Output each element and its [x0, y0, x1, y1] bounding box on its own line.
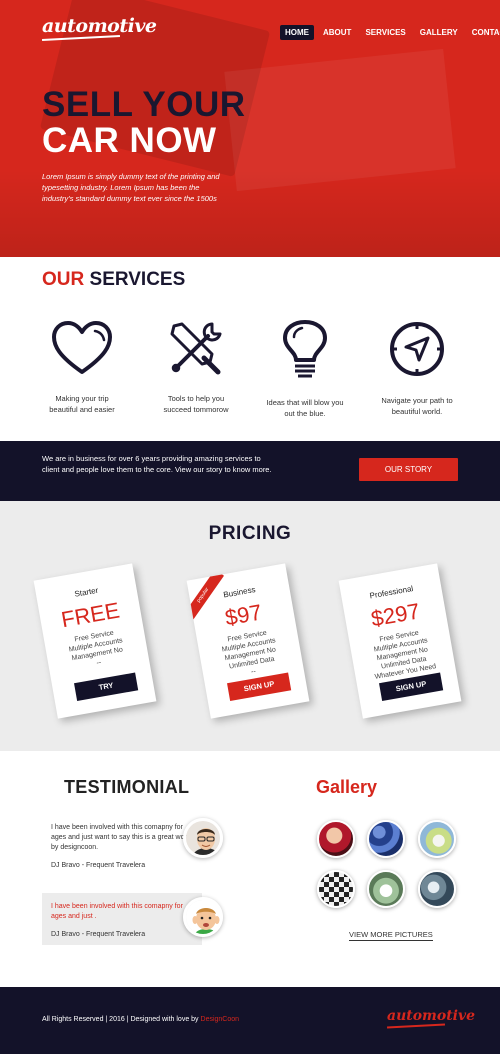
quote-text: I have been involved with this comapny f… [51, 903, 183, 920]
lightbulb-icon [283, 320, 327, 378]
person-glasses-icon [186, 821, 220, 855]
testimonial-quote: I have been involved with this comapny f… [42, 814, 202, 880]
services-title-text: SERVICES [89, 269, 186, 290]
story-band: We are in business for over 6 years prov… [0, 441, 500, 501]
main-nav: HOME ABOUT SERVICES GALLERY CONTACTS [280, 25, 500, 40]
our-story-button[interactable]: OUR STORY [359, 458, 458, 481]
nav-home[interactable]: HOME [280, 25, 314, 40]
gallery-thumb-blueberries[interactable] [367, 820, 405, 858]
pricing-section: PRICING Starter FREE Free Service Multip… [0, 501, 500, 751]
footer: All Rights Reserved | 2016 | Designed wi… [0, 987, 500, 1054]
child-face-icon [186, 900, 220, 934]
nav-contacts[interactable]: CONTACTS [467, 25, 500, 40]
footer-logo[interactable]: automotive [387, 1008, 475, 1024]
nav-about[interactable]: ABOUT [318, 25, 356, 40]
hero-title-line2: CAR NOW [42, 121, 217, 160]
avatar [183, 818, 223, 858]
gallery-thumb-fish[interactable] [418, 870, 456, 908]
footer-logo-underline [387, 1023, 445, 1029]
services-title-accent: OUR [42, 269, 85, 290]
testimonial-quote: I have been involved with this comapny f… [42, 893, 202, 945]
tools-icon [170, 322, 222, 375]
pricing-card-business: popular Business $97 Free Service Multip… [186, 563, 310, 719]
quote-author: DJ Bravo - Frequent Travelera [51, 862, 146, 869]
service-item: Navigate your path to beautiful world. [362, 320, 472, 417]
avatar [183, 897, 223, 937]
service-text: Tools to help you succeed tommorow [163, 394, 229, 414]
compass-icon [390, 322, 444, 376]
service-item: Tools to help you succeed tommorow [141, 320, 251, 415]
try-button[interactable]: TRY [74, 672, 139, 702]
pricing-title: PRICING [208, 523, 292, 544]
view-more-pictures-link[interactable]: VIEW MORE PICTURES [349, 930, 433, 941]
service-text: Ideas that will blow you out the blue. [266, 398, 344, 418]
nav-services[interactable]: SERVICES [360, 25, 410, 40]
service-text: Navigate your path to beautiful world. [381, 396, 453, 416]
hero-description: Lorem Ipsum is simply dummy text of the … [42, 172, 220, 203]
pricing-card-starter: Starter FREE Free Service Multiple Accou… [33, 563, 157, 719]
gallery-thumb-plant[interactable] [367, 870, 405, 908]
quote-text: I have been involved with this comapny f… [51, 824, 191, 851]
footer-copyright: All Rights Reserved | 2016 | Designed wi… [42, 1016, 239, 1023]
gallery-thumb-racing-flag[interactable] [317, 870, 355, 908]
gallery-thumb-citrus[interactable] [418, 820, 456, 858]
gallery-title: Gallery [316, 777, 378, 797]
gallery-thumb-portrait[interactable] [317, 820, 355, 858]
site-logo[interactable]: automotive [42, 15, 157, 37]
heart-icon [52, 321, 112, 374]
service-item: Ideas that will blow you out the blue. [250, 320, 360, 419]
hero-title: SELL YOUR CAR NOW [42, 87, 246, 159]
designer-credit-link[interactable]: DesignCoon [201, 1016, 240, 1023]
hero-title-line1: SELL YOUR [42, 85, 246, 124]
pricing-card-professional: Professional $297 Free Service Multiple … [338, 563, 462, 719]
testimonial-title: TESTIMONIAL [64, 777, 190, 797]
nav-gallery[interactable]: GALLERY [415, 25, 463, 40]
service-item: Making your trip beautiful and easier [27, 320, 137, 415]
quote-author: DJ Bravo - Frequent Travelera [51, 931, 146, 938]
service-text: Making your trip beautiful and easier [49, 394, 115, 414]
story-text: We are in business for over 6 years prov… [42, 454, 272, 474]
hero-section: automotive HOME ABOUT SERVICES GALLERY C… [0, 0, 500, 257]
services-title: OUR SERVICES [42, 269, 185, 291]
copyright-text: All Rights Reserved | 2016 | Designed wi… [42, 1016, 199, 1023]
